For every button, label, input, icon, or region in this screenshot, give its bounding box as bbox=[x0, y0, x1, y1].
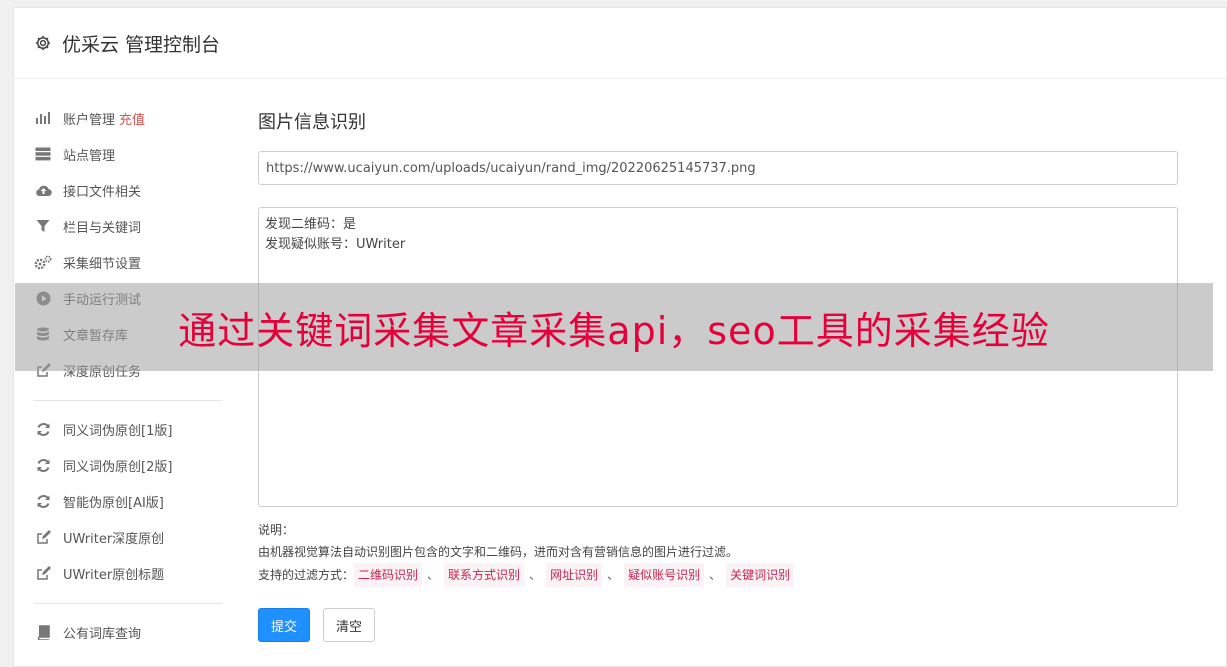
result-line: 发现二维码：是 bbox=[265, 217, 357, 232]
filter-tag: 联系方式识别 bbox=[444, 563, 525, 587]
refresh-icon bbox=[34, 493, 52, 509]
gears-icon bbox=[34, 254, 52, 270]
watermark-text: 通过关键词采集文章采集api，seo工具的采集经验 bbox=[178, 308, 1050, 353]
sidebar-item[interactable]: UWriter深度原创 bbox=[34, 519, 224, 555]
sidebar-item-label: 站点管理 bbox=[63, 148, 116, 164]
sidebar-item-label: 公有词库查询 bbox=[63, 626, 142, 642]
filter-separator: 、 bbox=[607, 568, 620, 582]
watermark-banner: 通过关键词采集文章采集api，seo工具的采集经验 bbox=[15, 283, 1213, 371]
sidebar-nav: 账户管理充值站点管理接口文件相关栏目与关键词采集细节设置手动运行测试文章暂存库深… bbox=[34, 100, 224, 650]
filter-tag: 二维码识别 bbox=[354, 563, 423, 587]
submit-button[interactable]: 提交 bbox=[258, 608, 311, 642]
sidebar-item[interactable]: UWriter原创标题 bbox=[34, 555, 224, 591]
filter-label: 支持的过滤方式： bbox=[258, 568, 355, 582]
sidebar-item-label: 采集细节设置 bbox=[63, 256, 142, 272]
sidebar-item-label: 账户管理 bbox=[63, 112, 116, 128]
clear-button[interactable]: 清空 bbox=[323, 608, 376, 642]
image-url-input[interactable] bbox=[258, 151, 1178, 185]
sidebar-item[interactable]: 账户管理 充值 bbox=[34, 100, 224, 136]
filter-tag: 关键词识别 bbox=[726, 563, 795, 587]
sidebar-divider bbox=[34, 603, 222, 604]
refresh-icon bbox=[34, 457, 52, 473]
console-header: 优采云 管理控制台 bbox=[14, 8, 1226, 79]
edit-icon bbox=[34, 529, 52, 545]
bar-chart-icon bbox=[34, 110, 52, 126]
note-description: 由机器视觉算法自动识别图片包含的文字和二维码，进而对含有营销信息的图片进行过滤。 bbox=[258, 545, 739, 559]
sidebar-item-label: UWriter深度原创 bbox=[63, 531, 165, 547]
sidebar-item[interactable]: 站点管理 bbox=[34, 136, 224, 172]
gear-icon bbox=[34, 34, 52, 52]
sidebar-item-label: 接口文件相关 bbox=[63, 184, 142, 200]
sidebar-item-label: 同义词伪原创[2版] bbox=[63, 459, 173, 475]
console-title: 优采云 管理控制台 bbox=[62, 33, 221, 56]
main-content: 图片信息识别 发现二维码：是发现疑似账号：UWriter 说明： 由机器视觉算法… bbox=[258, 108, 1178, 642]
result-line: 发现疑似账号：UWriter bbox=[265, 237, 406, 252]
filter-methods: 支持的过滤方式： 二维码识别、联系方式识别、网址识别、疑似账号识别、关键词识别 bbox=[258, 563, 1178, 587]
book-icon bbox=[34, 624, 52, 640]
instructions: 说明： 由机器视觉算法自动识别图片包含的文字和二维码，进而对含有营销信息的图片进… bbox=[258, 519, 1178, 587]
sidebar-item[interactable]: 栏目与关键词 bbox=[34, 208, 224, 244]
sidebar-item[interactable]: 同义词伪原创[2版] bbox=[34, 447, 224, 483]
note-title: 说明： bbox=[258, 523, 295, 537]
edit-icon bbox=[34, 565, 52, 581]
filter-icon bbox=[34, 218, 52, 234]
sidebar-item[interactable]: 智能伪原创[AI版] bbox=[34, 483, 224, 519]
server-icon bbox=[34, 146, 52, 162]
filter-separator: 、 bbox=[427, 568, 440, 582]
sidebar-item-label: 智能伪原创[AI版] bbox=[63, 495, 164, 511]
sidebar-item[interactable]: 公有词库查询 bbox=[34, 614, 224, 650]
sidebar-divider bbox=[34, 400, 222, 401]
page-title: 图片信息识别 bbox=[258, 112, 366, 133]
filter-tag: 疑似账号识别 bbox=[624, 563, 705, 587]
sidebar-item-label: 同义词伪原创[1版] bbox=[63, 423, 173, 439]
filter-separator: 、 bbox=[709, 568, 722, 582]
filter-separator: 、 bbox=[529, 568, 542, 582]
sidebar-item[interactable]: 采集细节设置 bbox=[34, 244, 224, 280]
filter-tag: 网址识别 bbox=[546, 563, 603, 587]
sidebar-item-label: UWriter原创标题 bbox=[63, 567, 165, 583]
recharge-link[interactable]: 充值 bbox=[119, 109, 145, 128]
refresh-icon bbox=[34, 421, 52, 437]
sidebar-item[interactable]: 接口文件相关 bbox=[34, 172, 224, 208]
sidebar-item-label: 栏目与关键词 bbox=[63, 220, 142, 236]
cloud-upload-icon bbox=[34, 182, 52, 198]
sidebar-item[interactable]: 同义词伪原创[1版] bbox=[34, 411, 224, 447]
